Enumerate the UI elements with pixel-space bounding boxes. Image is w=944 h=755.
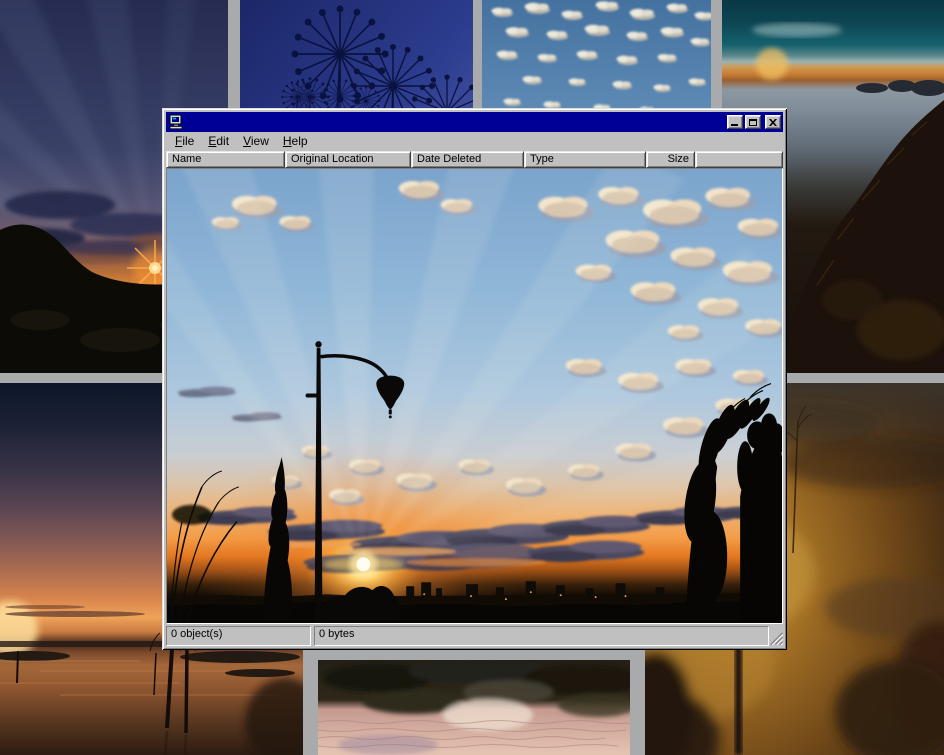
column-header-size[interactable]: Size <box>646 151 695 168</box>
computer-icon[interactable] <box>168 114 184 130</box>
close-icon <box>769 119 777 126</box>
menu-bar: File Edit View Help <box>166 132 783 151</box>
wallpaper-tile-water-reflection <box>318 660 630 755</box>
menu-view[interactable]: View <box>236 133 276 150</box>
close-button[interactable] <box>765 115 781 129</box>
file-list-viewport <box>166 168 783 624</box>
desktop: { "colors": { "titlebar": "#000096", "ch… <box>0 0 944 755</box>
menu-help[interactable]: Help <box>276 133 315 150</box>
menu-file[interactable]: File <box>168 133 201 150</box>
recycle-bin-window: File Edit View Help Name Original Locati… <box>162 108 787 650</box>
status-byte-count: 0 bytes <box>314 626 769 646</box>
column-header-type[interactable]: Type <box>524 151 646 168</box>
minimize-button[interactable] <box>727 115 743 129</box>
title-bar[interactable] <box>166 112 783 132</box>
maximize-button[interactable] <box>745 115 761 129</box>
sunset-streetlamp-photo <box>167 169 782 623</box>
column-header-name[interactable]: Name <box>166 151 285 168</box>
column-header-filler <box>695 151 783 168</box>
column-header-original-location[interactable]: Original Location <box>285 151 411 168</box>
column-header-date-deleted[interactable]: Date Deleted <box>411 151 524 168</box>
column-header-row: Name Original Location Date Deleted Type… <box>166 151 783 168</box>
status-bar: 0 object(s) 0 bytes <box>166 624 783 646</box>
maximize-icon <box>749 119 757 126</box>
status-object-count: 0 object(s) <box>166 626 311 646</box>
resize-grip-icon[interactable] <box>770 632 783 645</box>
menu-edit[interactable]: Edit <box>201 133 236 150</box>
minimize-icon <box>731 124 738 126</box>
